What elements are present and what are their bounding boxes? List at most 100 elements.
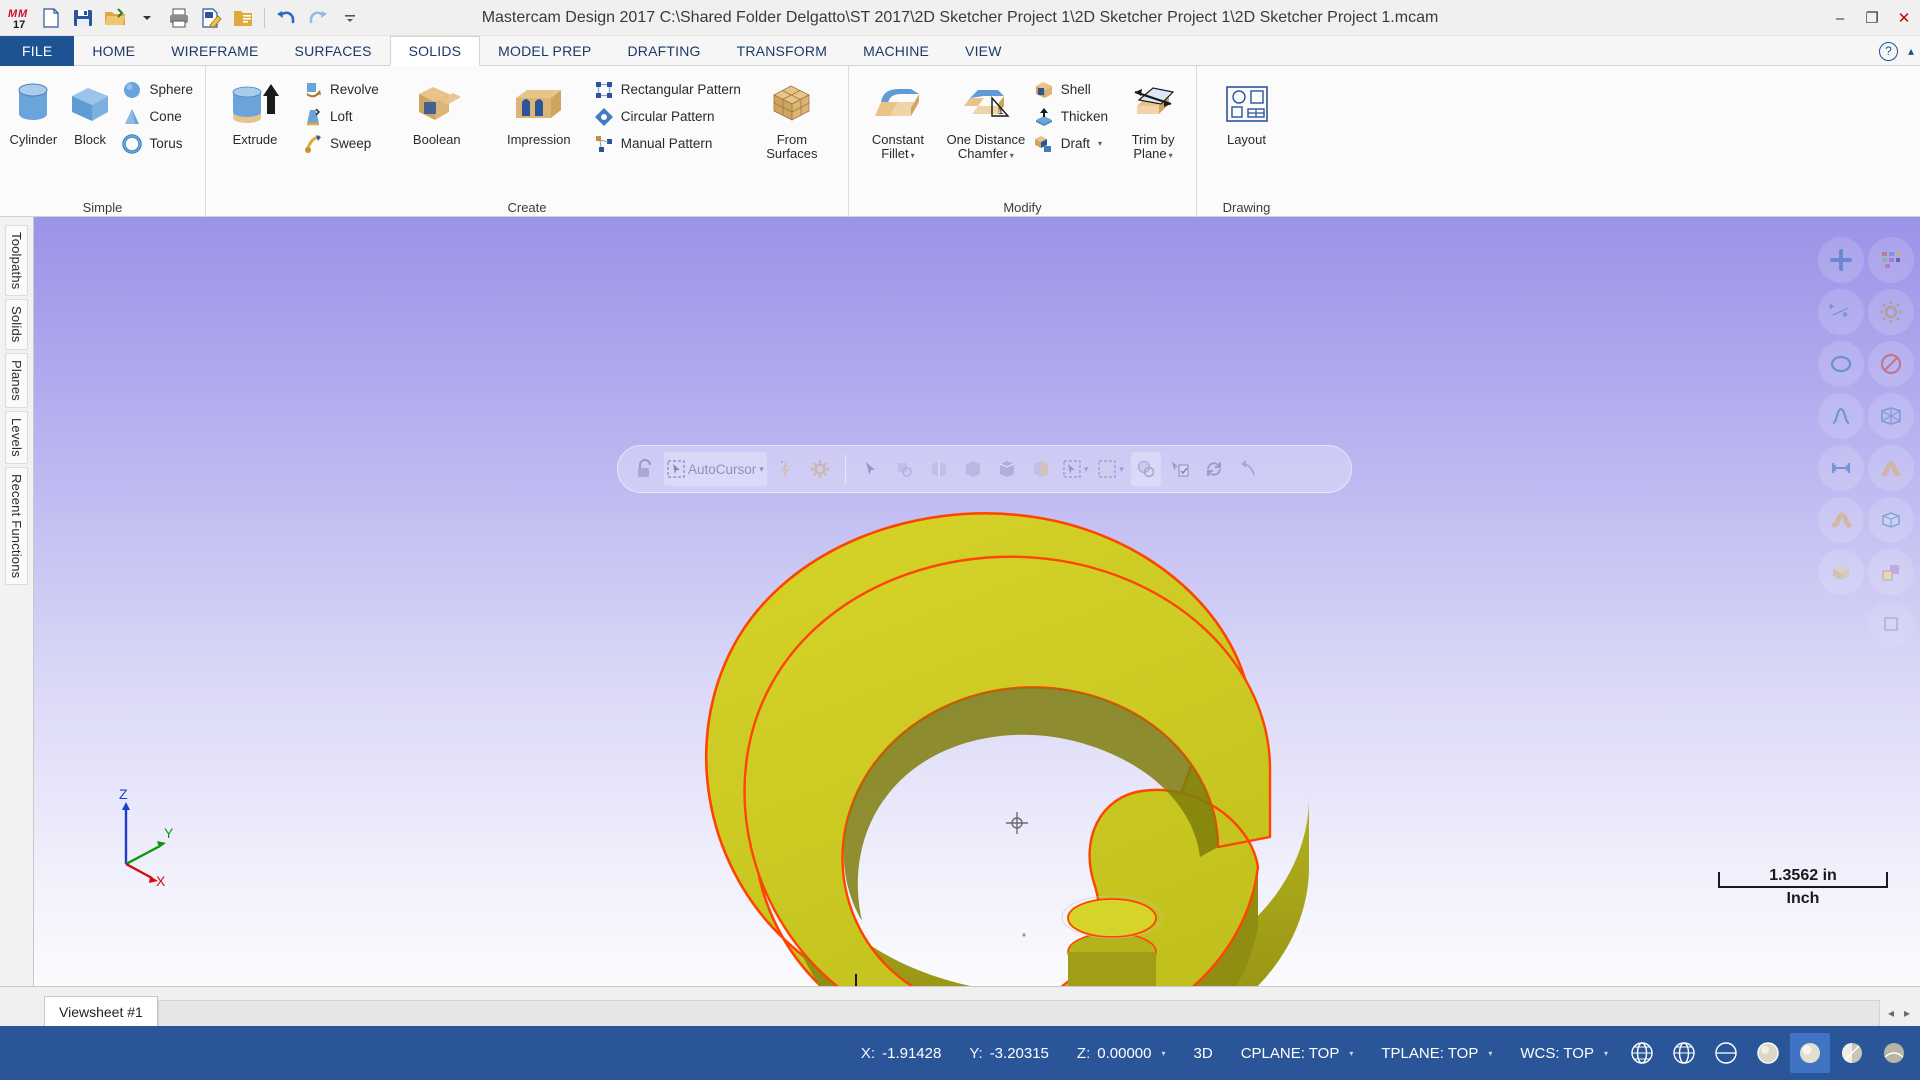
trim-by-plane-caret-icon[interactable]: ▾	[1169, 151, 1173, 160]
verify-selection-icon[interactable]	[1165, 452, 1195, 486]
minimize-button[interactable]: –	[1824, 3, 1856, 33]
window-select-icon[interactable]: ▾	[1095, 452, 1127, 486]
one-distance-chamfer-caret-icon[interactable]: ▾	[1010, 151, 1014, 160]
collapse-ribbon-icon[interactable]: ▴	[1908, 44, 1914, 58]
print-icon[interactable]	[164, 3, 194, 33]
from-surfaces-button[interactable]: From Surfaces	[749, 74, 835, 165]
select-entity-icon[interactable]	[890, 452, 920, 486]
sidebar-tab-recent-functions[interactable]: Recent Functions	[5, 466, 28, 586]
point-snap-icon[interactable]	[1818, 289, 1864, 335]
circular-pattern-button[interactable]: Circular Pattern	[591, 103, 747, 130]
sphere-button[interactable]: Sphere	[119, 76, 199, 103]
sidebar-tab-solids[interactable]: Solids	[5, 299, 28, 351]
one-distance-chamfer-button[interactable]: 1 One Distance Chamfer ▾	[943, 74, 1029, 167]
tab-view[interactable]: VIEW	[947, 36, 1020, 66]
draft-caret-icon[interactable]: ▾	[1098, 139, 1102, 148]
refresh-selection-icon[interactable]	[1199, 452, 1229, 486]
translucent-view-icon[interactable]	[1832, 1033, 1872, 1073]
sidebar-tab-levels[interactable]: Levels	[5, 411, 28, 464]
status-x[interactable]: X: -1.91428	[847, 1026, 955, 1080]
torus-button[interactable]: Torus	[119, 130, 199, 157]
cylinder-button[interactable]: Cylinder	[6, 74, 61, 151]
no-entry-icon[interactable]	[1868, 341, 1914, 387]
new-file-icon[interactable]	[36, 3, 66, 33]
selection-mode-caret-icon[interactable]: ▾	[1084, 464, 1089, 475]
boolean-button[interactable]: Boolean	[387, 74, 487, 151]
autocursor-caret-icon[interactable]: ▾	[759, 464, 764, 475]
status-y[interactable]: Y: -3.20315	[955, 1026, 1063, 1080]
tab-machine[interactable]: MACHINE	[845, 36, 947, 66]
dimension-icon[interactable]	[1818, 445, 1864, 491]
cone-button[interactable]: Cone	[119, 103, 199, 130]
select-solid-icon[interactable]	[992, 452, 1022, 486]
material-view-icon[interactable]	[1874, 1033, 1914, 1073]
status-z-caret-icon[interactable]: ▾	[1161, 1049, 1165, 1058]
status-view-mode[interactable]: 3D	[1180, 1026, 1227, 1080]
constant-fillet-button[interactable]: Constant Fillet ▾	[855, 74, 941, 167]
sidebar-tab-planes[interactable]: Planes	[5, 353, 28, 409]
unlock-icon[interactable]	[630, 452, 660, 486]
status-wcs-caret-icon[interactable]: ▾	[1604, 1049, 1608, 1058]
extra-tool-icon[interactable]	[1868, 601, 1914, 647]
viewsheet-tab[interactable]: Viewsheet #1	[44, 996, 158, 1026]
tab-wireframe[interactable]: WIREFRAME	[153, 36, 276, 66]
shaded-outline-view-icon[interactable]	[1748, 1033, 1788, 1073]
graphics-viewport[interactable]: AutoCursor ▾ ▾ ▾ Z Y X 1.3562 in Inch	[34, 217, 1920, 986]
tab-transform[interactable]: TRANSFORM	[719, 36, 845, 66]
folder-list-icon[interactable]	[228, 3, 258, 33]
redo-icon[interactable]	[303, 3, 333, 33]
selection-mode-icon[interactable]: ▾	[1060, 452, 1092, 486]
open-folder-icon[interactable]	[100, 3, 130, 33]
layout-button[interactable]: Layout	[1211, 74, 1283, 151]
trim-by-plane-button[interactable]: Trim by Plane ▾	[1116, 74, 1190, 167]
draft-button[interactable]: Draft ▾	[1031, 130, 1114, 157]
autocursor-toolbar[interactable]: AutoCursor ▾ ▾ ▾	[617, 445, 1352, 493]
status-tplane[interactable]: TPLANE: TOP ▾	[1367, 1026, 1506, 1080]
help-icon[interactable]: ?	[1878, 41, 1898, 61]
shell-button[interactable]: Shell	[1031, 76, 1114, 103]
tab-solids[interactable]: SOLIDS	[389, 36, 481, 66]
wireframe-view-icon[interactable]	[1622, 1033, 1662, 1073]
select-face-icon[interactable]	[924, 452, 954, 486]
tab-drafting[interactable]: DRAFTING	[609, 36, 718, 66]
revolve-button[interactable]: Revolve	[300, 76, 385, 103]
constant-fillet-caret-icon[interactable]: ▾	[911, 151, 915, 160]
tab-home[interactable]: HOME	[74, 36, 153, 66]
shaded-view-icon[interactable]	[1790, 1033, 1830, 1073]
quick-point-icon[interactable]	[771, 452, 801, 486]
mastercam-logo-icon[interactable]: M M 17	[4, 3, 34, 33]
maximize-button[interactable]: ❐	[1856, 3, 1888, 33]
viewport-tool-strip[interactable]	[1814, 237, 1914, 647]
spline-icon[interactable]	[1818, 393, 1864, 439]
viewsheet-prev-arrow[interactable]: ◂	[1888, 1006, 1894, 1020]
select-arrow-icon[interactable]	[856, 452, 886, 486]
block-button[interactable]: Block	[63, 74, 118, 151]
viewsheet-next-arrow[interactable]: ▸	[1904, 1006, 1910, 1020]
customize-qat-icon[interactable]	[335, 3, 365, 33]
select-solid-face-icon[interactable]	[958, 452, 988, 486]
status-tplane-caret-icon[interactable]: ▾	[1488, 1049, 1492, 1058]
undo-icon[interactable]	[271, 3, 301, 33]
select-body-icon[interactable]	[1026, 452, 1056, 486]
sweep-button[interactable]: Sweep	[300, 130, 385, 157]
sidebar-tab-toolpaths[interactable]: Toolpaths	[5, 225, 28, 297]
gear-settings-icon[interactable]	[1868, 289, 1914, 335]
solid-shaded-icon[interactable]	[1818, 549, 1864, 595]
extrude-button[interactable]: Extrude	[212, 74, 298, 151]
wireframe-box-icon[interactable]	[1868, 393, 1914, 439]
save-icon[interactable]	[68, 3, 98, 33]
select-all-icon[interactable]	[1130, 452, 1161, 486]
undo-selection-icon[interactable]	[1233, 452, 1263, 486]
hidden-line-dim-view-icon[interactable]	[1706, 1033, 1746, 1073]
edit-file-icon[interactable]	[196, 3, 226, 33]
loft-button[interactable]: Loft	[300, 103, 385, 130]
surface-ribbon-2-icon[interactable]	[1818, 497, 1864, 543]
status-cplane[interactable]: CPLANE: TOP ▾	[1227, 1026, 1368, 1080]
rectangular-pattern-button[interactable]: Rectangular Pattern	[591, 76, 747, 103]
close-button[interactable]: ✕	[1888, 3, 1920, 33]
tab-file[interactable]: FILE	[0, 36, 75, 66]
thicken-button[interactable]: Thicken	[1031, 103, 1114, 130]
autocursor-settings-icon[interactable]	[805, 452, 835, 486]
status-wcs[interactable]: WCS: TOP ▾	[1506, 1026, 1622, 1080]
viewsheet-empty-area[interactable]	[157, 1000, 1880, 1026]
